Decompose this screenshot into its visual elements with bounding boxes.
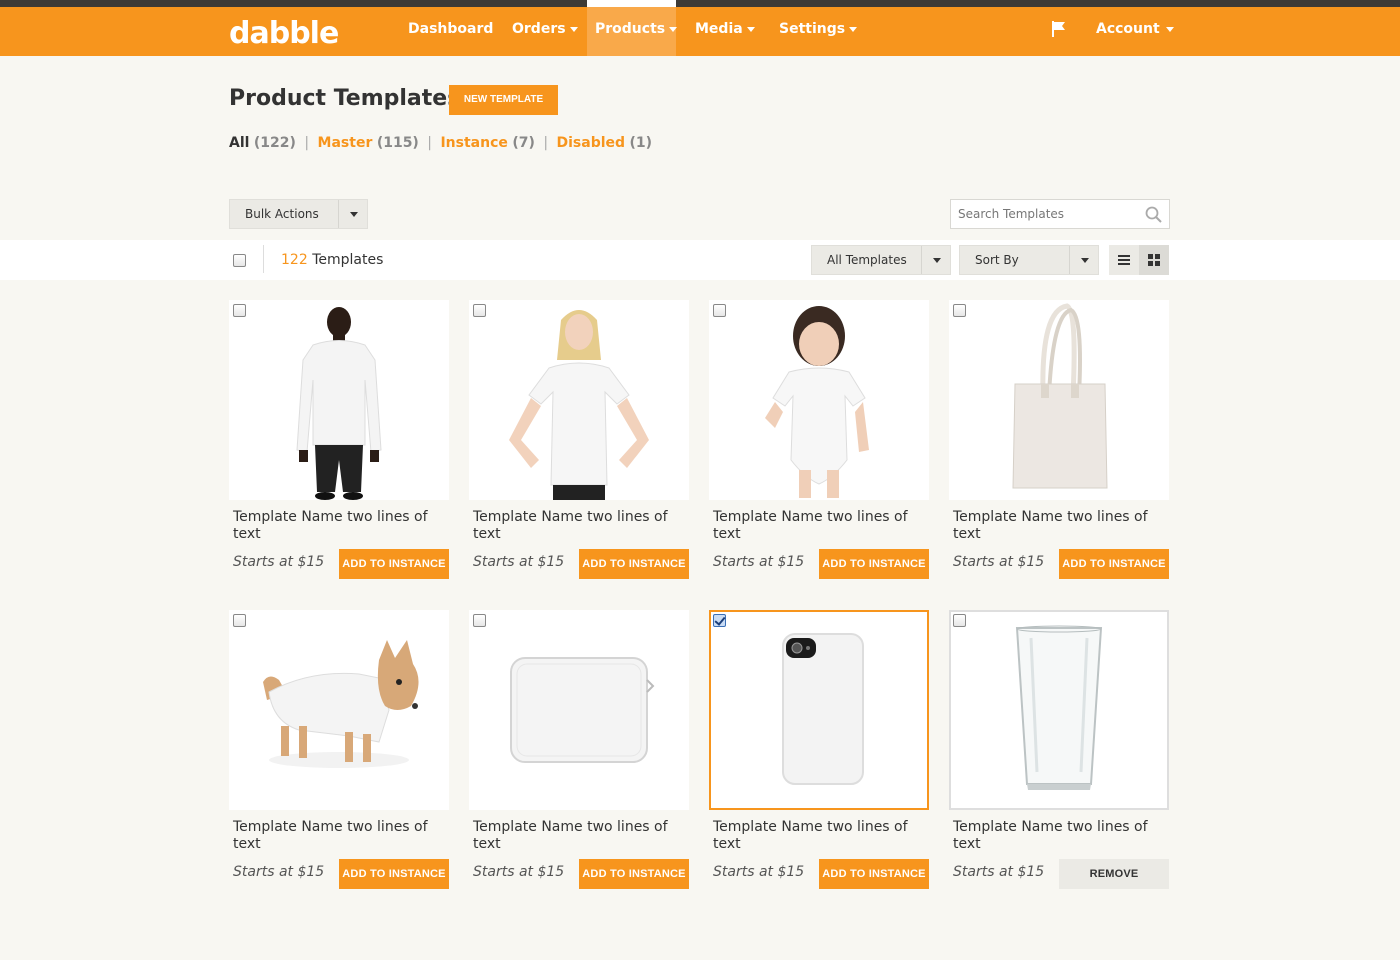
filter-disabled-count: (1) <box>629 135 653 151</box>
filter-instance[interactable]: Instance <box>440 135 507 151</box>
remove-button[interactable]: REMOVE <box>1059 859 1169 889</box>
nav-settings[interactable]: Settings <box>779 7 858 56</box>
nav-label: Account <box>1096 21 1160 37</box>
product-image-man-shirt[interactable] <box>229 300 449 500</box>
nav-label: Dashboard <box>408 21 494 37</box>
bulk-actions-label: Bulk Actions <box>245 207 319 221</box>
list-toolbar <box>0 240 1400 280</box>
template-checkbox[interactable] <box>713 614 726 627</box>
product-image-girl-tshirt[interactable] <box>469 300 689 500</box>
list-view-icon <box>1118 255 1130 265</box>
filter-instance-count: (7) <box>512 135 535 151</box>
template-checkbox[interactable] <box>953 304 966 317</box>
template-price: Starts at $15 <box>233 864 325 880</box>
select-all-checkbox[interactable] <box>233 254 246 267</box>
caret-down-icon <box>569 26 578 32</box>
nav-account[interactable]: Account <box>1096 7 1174 56</box>
template-checkbox[interactable] <box>953 614 966 627</box>
caret-down-icon <box>1165 26 1174 32</box>
filter-all-count: (122) <box>253 135 296 151</box>
add-to-instance-button[interactable]: ADD TO INSTANCE <box>819 549 929 579</box>
nav-label: Settings <box>779 21 846 37</box>
template-count-number: 122 <box>281 252 308 268</box>
product-image-dog-hoodie[interactable] <box>229 610 449 810</box>
dabble-logo[interactable]: dabble <box>229 16 339 51</box>
product-image-phone-case[interactable] <box>709 610 929 810</box>
filter-separator: | <box>543 135 549 151</box>
filter-separator: | <box>304 135 310 151</box>
template-price: Starts at $15 <box>713 864 805 880</box>
add-to-instance-button[interactable]: ADD TO INSTANCE <box>1059 549 1169 579</box>
nav-media[interactable]: Media <box>695 7 755 56</box>
main-navbar: dabble Dashboard Orders Products Media S… <box>0 7 1400 56</box>
filter-all[interactable]: All <box>229 135 249 151</box>
template-checkbox[interactable] <box>713 304 726 317</box>
toolbar-divider <box>263 245 264 273</box>
nav-dashboard[interactable]: Dashboard <box>408 7 493 56</box>
search-input[interactable] <box>958 207 1138 221</box>
nav-orders[interactable]: Orders <box>512 7 578 56</box>
chevron-down-icon[interactable] <box>921 246 950 274</box>
logo-text: dabble <box>229 16 339 51</box>
template-name[interactable]: Template Name two lines of text <box>233 819 433 853</box>
template-price: Starts at $15 <box>473 864 565 880</box>
search-box <box>950 199 1170 229</box>
template-filter-label: All Templates <box>827 253 907 267</box>
nav-label: Media <box>695 21 743 37</box>
filter-master-count: (115) <box>376 135 419 151</box>
template-price: Starts at $15 <box>233 554 325 570</box>
nav-products[interactable]: Products <box>587 7 678 56</box>
template-name[interactable]: Template Name two lines of text <box>953 819 1153 853</box>
nav-label: Orders <box>512 21 566 37</box>
sort-select[interactable]: Sort By <box>959 245 1099 275</box>
product-image-pint-glass[interactable] <box>949 610 1169 810</box>
template-name[interactable]: Template Name two lines of text <box>473 509 673 543</box>
chevron-down-icon[interactable] <box>338 200 367 228</box>
product-image-tote-bag[interactable] <box>949 300 1169 500</box>
filter-links: All (122) | Master (115) | Instance (7) … <box>229 135 652 151</box>
template-price: Starts at $15 <box>473 554 565 570</box>
template-name[interactable]: Template Name two lines of text <box>953 509 1153 543</box>
template-checkbox[interactable] <box>473 614 486 627</box>
filter-separator: | <box>427 135 433 151</box>
template-checkbox[interactable] <box>473 304 486 317</box>
add-to-instance-button[interactable]: ADD TO INSTANCE <box>819 859 929 889</box>
page-title: Product Templates <box>229 86 461 111</box>
list-view-button[interactable] <box>1109 245 1139 275</box>
filter-master[interactable]: Master <box>318 135 373 151</box>
template-name[interactable]: Template Name two lines of text <box>473 819 673 853</box>
template-price: Starts at $15 <box>953 554 1045 570</box>
template-filter-select[interactable]: All Templates <box>811 245 951 275</box>
sort-label: Sort By <box>975 253 1019 267</box>
active-nav-indicator <box>587 0 676 7</box>
grid-view-button[interactable] <box>1139 245 1169 275</box>
template-checkbox[interactable] <box>233 304 246 317</box>
add-to-instance-button[interactable]: ADD TO INSTANCE <box>579 859 689 889</box>
caret-down-icon <box>849 26 858 32</box>
add-to-instance-button[interactable]: ADD TO INSTANCE <box>339 859 449 889</box>
template-price: Starts at $15 <box>953 864 1045 880</box>
grid-view-icon <box>1148 254 1160 266</box>
template-price: Starts at $15 <box>713 554 805 570</box>
top-strip <box>0 0 1400 7</box>
search-icon[interactable] <box>1145 206 1162 227</box>
template-checkbox[interactable] <box>233 614 246 627</box>
template-name[interactable]: Template Name two lines of text <box>713 509 913 543</box>
add-to-instance-button[interactable]: ADD TO INSTANCE <box>579 549 689 579</box>
caret-down-icon <box>669 26 678 32</box>
template-count: 122 Templates <box>281 252 383 268</box>
flag-icon[interactable] <box>1050 20 1068 38</box>
chevron-down-icon[interactable] <box>1069 246 1098 274</box>
template-name[interactable]: Template Name two lines of text <box>713 819 913 853</box>
add-to-instance-button[interactable]: ADD TO INSTANCE <box>339 549 449 579</box>
product-image-laptop-sleeve[interactable] <box>469 610 689 810</box>
bulk-actions-select[interactable]: Bulk Actions <box>229 199 368 229</box>
caret-down-icon <box>746 26 755 32</box>
template-name[interactable]: Template Name two lines of text <box>233 509 433 543</box>
nav-label: Products <box>595 21 666 37</box>
template-count-label: Templates <box>312 252 384 268</box>
product-image-baby-onesie[interactable] <box>709 300 929 500</box>
filter-disabled[interactable]: Disabled <box>557 135 626 151</box>
new-template-button[interactable]: NEW TEMPLATE <box>449 85 558 115</box>
